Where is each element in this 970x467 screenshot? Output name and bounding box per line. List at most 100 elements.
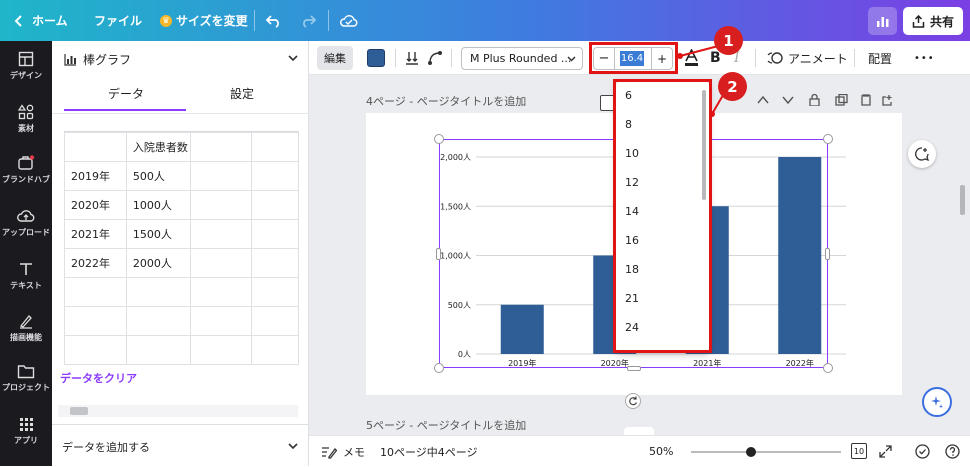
table-cell[interactable] — [251, 190, 299, 220]
table-cell[interactable]: 1500人 — [125, 219, 191, 249]
curve-icon — [428, 51, 442, 65]
zoom-slider-knob[interactable] — [746, 447, 756, 457]
table-cell[interactable] — [64, 335, 127, 365]
rail-item-elements[interactable]: 素材 — [0, 104, 52, 134]
redo-button[interactable] — [300, 0, 316, 41]
zoom-slider[interactable] — [691, 447, 841, 457]
table-cell[interactable] — [251, 132, 299, 162]
table-cell[interactable]: 500人 — [125, 161, 191, 191]
check-button[interactable] — [915, 436, 930, 467]
table-cell[interactable] — [251, 219, 299, 249]
divider — [854, 49, 855, 67]
table-cell[interactable]: 2020年 — [64, 190, 127, 220]
table-cell[interactable] — [251, 306, 299, 336]
spacing-button[interactable] — [405, 41, 419, 75]
table-cell[interactable] — [189, 219, 253, 249]
rail-item-design[interactable]: デザイン — [0, 51, 52, 81]
resize-handle[interactable] — [434, 134, 444, 144]
tab-settings[interactable]: 設定 — [180, 85, 304, 102]
undo-button[interactable] — [266, 0, 282, 41]
edit-button[interactable]: 編集 — [317, 46, 353, 70]
table-cell[interactable] — [189, 335, 253, 365]
bar-chart-icon — [876, 16, 888, 27]
zoom-level[interactable]: 50% — [649, 436, 673, 467]
animate-button[interactable]: アニメート — [767, 41, 848, 75]
trash-icon[interactable] — [861, 94, 871, 106]
cloud-save-button[interactable] — [340, 0, 358, 41]
chevron-down-icon[interactable] — [782, 96, 794, 105]
chevron-down-icon — [567, 56, 576, 62]
rotate-handle[interactable] — [625, 393, 641, 409]
table-cell[interactable] — [189, 248, 253, 278]
table-cell[interactable] — [251, 335, 299, 365]
data-grid[interactable]: 入院患者数 2019年 500人 2020年 1000人 2021年 1500人 — [64, 131, 299, 403]
vertical-scrollbar[interactable] — [960, 185, 965, 215]
table-cell[interactable] — [251, 161, 299, 191]
duplicate-icon[interactable] — [835, 94, 848, 106]
arrange-button[interactable]: 配置 — [868, 41, 892, 75]
file-menu[interactable]: ファイル — [94, 0, 142, 41]
rail-label: 素材 — [18, 124, 34, 133]
table-cell[interactable] — [251, 277, 299, 307]
resize-handle[interactable] — [436, 248, 441, 260]
insights-button[interactable] — [868, 7, 897, 35]
resize-handle[interactable] — [434, 363, 444, 373]
notes-button[interactable]: メモ — [321, 436, 365, 467]
table-cell[interactable]: 2022年 — [64, 248, 127, 278]
cloud-icon — [340, 15, 358, 27]
color-swatch[interactable] — [367, 49, 385, 67]
table-cell[interactable]: 2021年 — [64, 219, 127, 249]
font-family-select[interactable]: M Plus Rounded ... — [461, 47, 583, 70]
table-row — [64, 335, 299, 365]
table-cell[interactable] — [189, 277, 253, 307]
table-cell[interactable] — [189, 190, 253, 220]
table-cell[interactable] — [64, 277, 127, 307]
lock-icon[interactable] — [809, 94, 820, 107]
bottom-bar: メモ 10ページ中4ページ 50% 10 — [309, 435, 970, 466]
table-cell[interactable]: 2000人 — [125, 248, 191, 278]
table-cell[interactable] — [64, 306, 127, 336]
rail-item-projects[interactable]: プロジェクト — [0, 364, 52, 393]
table-cell[interactable] — [189, 132, 253, 162]
table-cell[interactable] — [125, 306, 191, 336]
magic-button[interactable] — [922, 387, 952, 417]
table-cell[interactable]: 1000人 — [125, 190, 191, 220]
table-cell[interactable] — [189, 161, 253, 191]
rail-item-upload[interactable]: アップロード — [0, 208, 52, 238]
horizontal-scrollbar[interactable] — [58, 405, 298, 417]
rail-item-text[interactable]: テキスト — [0, 261, 52, 291]
rail-item-apps[interactable]: アプリ — [0, 417, 52, 446]
table-cell[interactable]: 2019年 — [64, 161, 127, 191]
home-button[interactable]: ホーム — [14, 0, 68, 41]
page-grid-button[interactable]: 10 — [851, 443, 867, 459]
rail-item-draw[interactable]: 描画機能 — [0, 313, 52, 343]
resize-button[interactable]: ♛ サイズを変更 — [160, 0, 248, 41]
upload-icon — [17, 210, 35, 222]
table-cell[interactable] — [64, 132, 127, 162]
resize-handle[interactable] — [823, 134, 833, 144]
table-header-cell[interactable]: 入院患者数 — [125, 132, 191, 162]
resize-handle[interactable] — [823, 363, 833, 373]
resize-handle[interactable] — [825, 248, 830, 260]
curve-button[interactable] — [427, 41, 443, 75]
fullscreen-button[interactable] — [879, 436, 892, 467]
help-button[interactable] — [945, 436, 960, 467]
table-cell[interactable] — [189, 306, 253, 336]
table-cell[interactable] — [125, 277, 191, 307]
tab-data[interactable]: データ — [64, 85, 188, 102]
table-cell[interactable] — [125, 335, 191, 365]
add-page-icon[interactable] — [882, 95, 892, 106]
page-title[interactable]: 5ページ - ページタイトルを追加 — [366, 417, 526, 433]
comment-button[interactable] — [908, 140, 936, 168]
add-data-section[interactable]: データを追加する — [52, 424, 309, 466]
more-options-button[interactable]: ••• — [914, 41, 935, 75]
resize-handle[interactable] — [627, 366, 641, 371]
clear-data-link[interactable]: データをクリア — [60, 370, 137, 386]
share-button[interactable]: 共有 — [903, 7, 963, 35]
chevron-up-icon[interactable] — [757, 95, 769, 104]
page-title[interactable]: 4ページ - ページタイトルを追加 — [366, 93, 526, 109]
scrollbar-thumb[interactable] — [70, 407, 88, 415]
rail-item-brand[interactable]: ブランドハブ — [0, 155, 52, 185]
chevron-down-icon[interactable] — [288, 55, 298, 62]
table-cell[interactable] — [251, 248, 299, 278]
